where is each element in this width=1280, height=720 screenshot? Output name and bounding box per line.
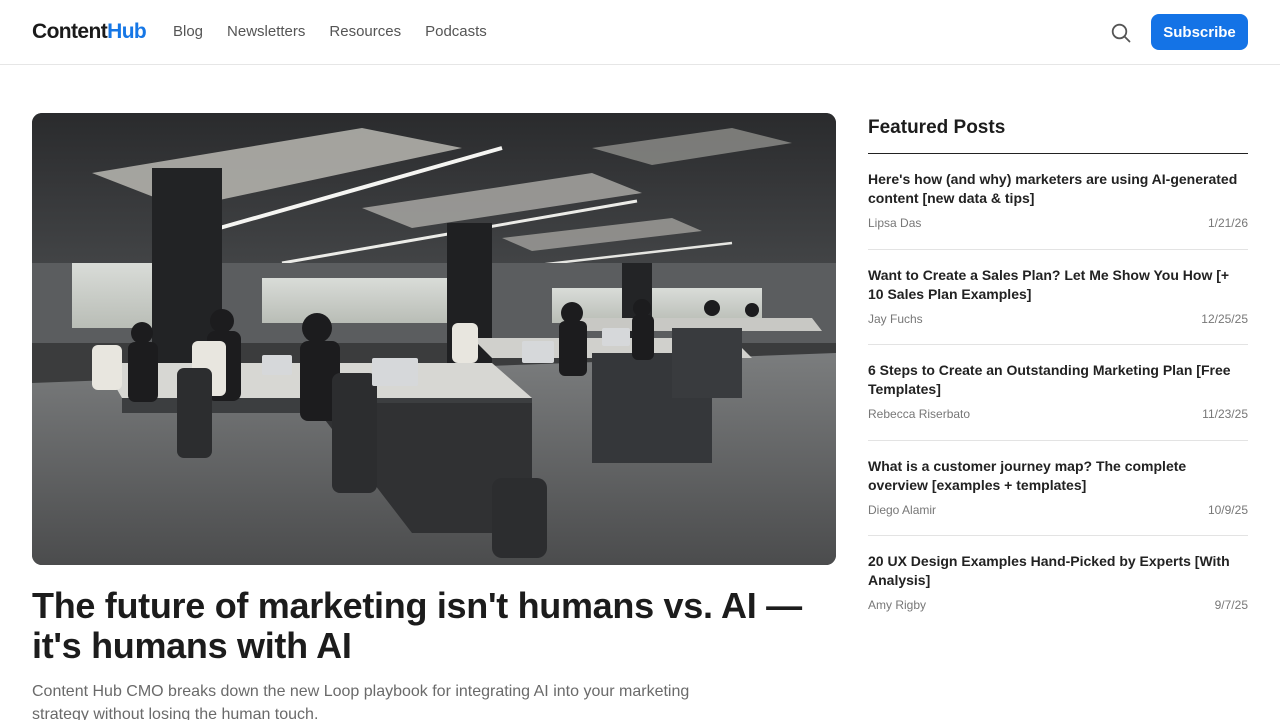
post-date: 1/21/26 xyxy=(1207,216,1248,230)
nav-podcasts[interactable]: Podcasts xyxy=(425,23,487,41)
featured-post[interactable]: 20 UX Design Examples Hand-Picked by Exp… xyxy=(868,536,1248,632)
featured-post[interactable]: 6 Steps to Create an Outstanding Marketi… xyxy=(868,345,1248,441)
nav-blog[interactable]: Blog xyxy=(173,23,203,41)
post-author: Jay Fuchs xyxy=(868,311,923,326)
post-author: Lipsa Das xyxy=(868,216,922,230)
featured-post[interactable]: Here's how (and why) marketers are using… xyxy=(868,154,1248,250)
logo-accent-text: Hub xyxy=(107,20,147,43)
post-title[interactable]: 6 Steps to Create an Outstanding Marketi… xyxy=(868,361,1248,399)
post-date: 10/9/25 xyxy=(1207,502,1248,517)
search-icon xyxy=(1111,23,1131,43)
post-title[interactable]: What is a customer journey map? The comp… xyxy=(868,457,1248,495)
article-subtitle: Content Hub CMO breaks down the new Loop… xyxy=(32,683,690,720)
site-logo[interactable]: ContentHub xyxy=(32,20,147,44)
featured-heading: Featured Posts xyxy=(868,117,1248,154)
post-author: Diego Alamir xyxy=(868,502,937,517)
subscribe-button[interactable]: Subscribe xyxy=(1151,14,1248,50)
office-photo xyxy=(32,113,836,565)
post-title[interactable]: Here's how (and why) marketers are using… xyxy=(868,170,1248,208)
post-author: Amy Rigby xyxy=(868,598,927,612)
site-header: ContentHub Blog Newsletters Resources Po… xyxy=(0,0,1280,65)
logo-text: Content xyxy=(32,20,108,43)
post-title[interactable]: 20 UX Design Examples Hand-Picked by Exp… xyxy=(868,552,1248,590)
post-date: 9/7/25 xyxy=(1214,598,1248,612)
featured-post[interactable]: Want to Create a Sales Plan? Let Me Show… xyxy=(868,250,1248,345)
post-date: 11/23/25 xyxy=(1202,407,1248,421)
post-author: Rebecca Riserbato xyxy=(868,407,971,421)
featured-post[interactable]: What is a customer journey map? The comp… xyxy=(868,441,1248,536)
article-title[interactable]: The future of marketing isn't humans vs.… xyxy=(32,586,822,666)
nav-resources[interactable]: Resources xyxy=(329,23,401,41)
nav-newsletters[interactable]: Newsletters xyxy=(227,23,305,41)
hero-image[interactable] xyxy=(32,113,836,565)
main-nav: Blog Newsletters Resources Podcasts xyxy=(173,23,487,41)
post-date: 12/25/25 xyxy=(1201,311,1248,326)
search-button[interactable] xyxy=(1108,20,1134,46)
featured-posts: Featured Posts Here's how (and why) mark… xyxy=(868,117,1248,632)
post-title[interactable]: Want to Create a Sales Plan? Let Me Show… xyxy=(868,266,1248,304)
